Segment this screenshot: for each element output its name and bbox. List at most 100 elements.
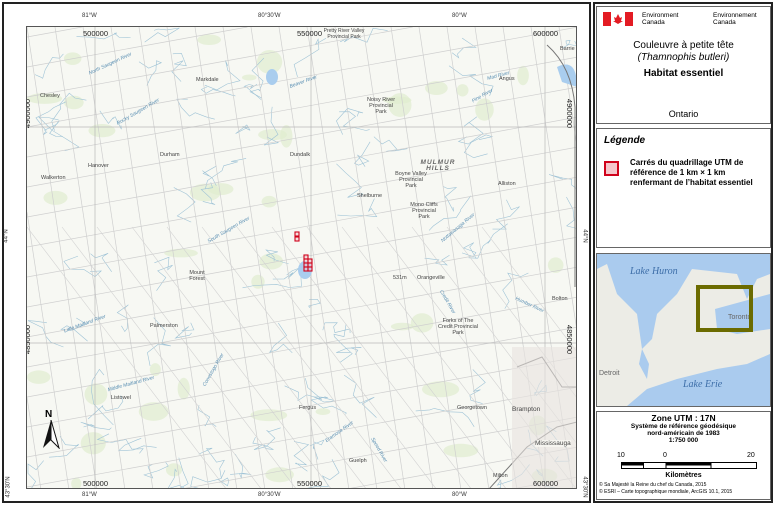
map-subtitle: Habitat essentiel [643, 68, 724, 79]
lat-label-right: 44°N [581, 229, 588, 243]
road [278, 27, 350, 488]
stream [143, 462, 169, 479]
place-label: Listowel [111, 395, 131, 401]
critical-habitat-square [303, 266, 309, 272]
woodland-patch [197, 34, 221, 45]
woodland-patch [410, 313, 434, 333]
stream [354, 141, 371, 167]
critical-habitat-square [307, 266, 313, 272]
place-label: Palmerston [150, 323, 178, 329]
place-label: Barrie [560, 46, 575, 52]
woodland-patch [165, 463, 182, 477]
critical-habitat-square [303, 258, 309, 264]
stream [284, 385, 336, 403]
road [27, 27, 248, 68]
north-label: N [45, 409, 53, 420]
basemap [27, 27, 576, 488]
stream [171, 52, 187, 82]
place-label: Alliston [498, 181, 516, 187]
stream [268, 322, 293, 354]
scale-tick-label: 10 [617, 452, 625, 459]
stream [154, 256, 173, 291]
woodland-patch [27, 370, 51, 384]
northing-label: 4850000 [26, 324, 33, 355]
road [27, 397, 42, 488]
inset-extent-box [696, 285, 753, 332]
northing-label: 4900000 [565, 98, 575, 129]
critical-habitat-square [307, 258, 313, 264]
woodland-patch [138, 402, 169, 421]
woodland-patch [84, 383, 108, 406]
hills-label: MULMUR HILLS [420, 159, 456, 172]
lon-label-bottom: 80°W [452, 492, 467, 498]
place-label: Mississauga [535, 440, 571, 447]
easting-label: 500000 [83, 29, 109, 38]
lake [557, 64, 576, 87]
legend-swatch [604, 161, 619, 176]
datum-line1: Système de référence géodésique [630, 423, 737, 430]
woodland-patch [517, 65, 529, 86]
road [27, 327, 576, 428]
lat-label-left: 44°N [3, 229, 10, 243]
northing-label: 4900000 [26, 98, 33, 129]
road [27, 237, 576, 338]
road [110, 27, 182, 488]
lon-label-top: 80°30'W [258, 13, 281, 19]
place-label: Chesley [40, 93, 60, 99]
woodland-patch [456, 84, 469, 97]
datum-line2: nord-américain de 1983 [647, 430, 720, 437]
dept-fr: Environnement Canada [713, 12, 757, 26]
critical-habitat-square [294, 231, 300, 237]
lat-label-right: 43°30'N [581, 476, 588, 498]
road [194, 27, 266, 488]
road [27, 267, 576, 368]
road [166, 27, 238, 488]
stream [252, 436, 274, 450]
easting-label: 500000 [83, 479, 109, 488]
inset-map[interactable]: Lake Huron Toronto Detroit Lake Erie [596, 253, 771, 407]
info-panel: Zone UTM : 17N Système de référence géod… [596, 411, 771, 500]
place-label: Markdale [196, 77, 219, 83]
place-label: Walkerton [41, 175, 66, 181]
north-arrow-icon [43, 420, 60, 449]
road [27, 27, 98, 488]
place-label: Boyne Valley Provincial Park [395, 171, 427, 189]
map-frame: 81°W 80°30'W 80°W 81°W 80°30'W 80°W 44°N… [2, 2, 591, 503]
inset-label-detroit: Detroit [599, 370, 620, 377]
place-label: Milton [493, 473, 508, 479]
road [27, 147, 576, 248]
title-panel: Environment Canada Environnement Canada … [596, 6, 771, 124]
woodland-patch [443, 443, 479, 458]
place-label: Brampton [512, 406, 541, 413]
place-label: Bolton [552, 296, 568, 302]
stream [457, 116, 484, 145]
stream [337, 198, 378, 217]
critical-habitat-square [294, 236, 300, 242]
place-label: Fergus [299, 405, 317, 411]
woodland-patch [88, 124, 116, 138]
canada-flag-icon [603, 12, 633, 26]
place-label: Mono Cliffs Provincial Park [410, 202, 438, 220]
woodland-patch [71, 477, 82, 488]
northing-label: 4850000 [565, 324, 575, 355]
lake [266, 69, 278, 85]
stream [272, 267, 300, 280]
scale-tick-label: 0 [663, 452, 667, 459]
stream [204, 60, 241, 91]
place-label: Durham [160, 152, 180, 158]
map-area[interactable]: 500000 550000 600000 500000 550000 60000… [26, 26, 577, 489]
place-label: Pretty River Valley Provincial Park [323, 28, 365, 40]
inset-label-lake-huron: Lake Huron [630, 266, 678, 277]
woodland-patch [251, 274, 265, 289]
dept-en: Environment Canada [642, 12, 679, 26]
stream [308, 299, 321, 308]
place-label: Orangeville [417, 275, 445, 281]
stream [80, 421, 112, 430]
stream [198, 447, 225, 479]
place-label: Guelph [349, 458, 367, 464]
road [27, 27, 83, 38]
lon-label-top: 81°W [82, 13, 97, 19]
stream [463, 134, 494, 159]
lon-label-bottom: 81°W [82, 492, 97, 498]
woodland-patch [315, 408, 331, 415]
